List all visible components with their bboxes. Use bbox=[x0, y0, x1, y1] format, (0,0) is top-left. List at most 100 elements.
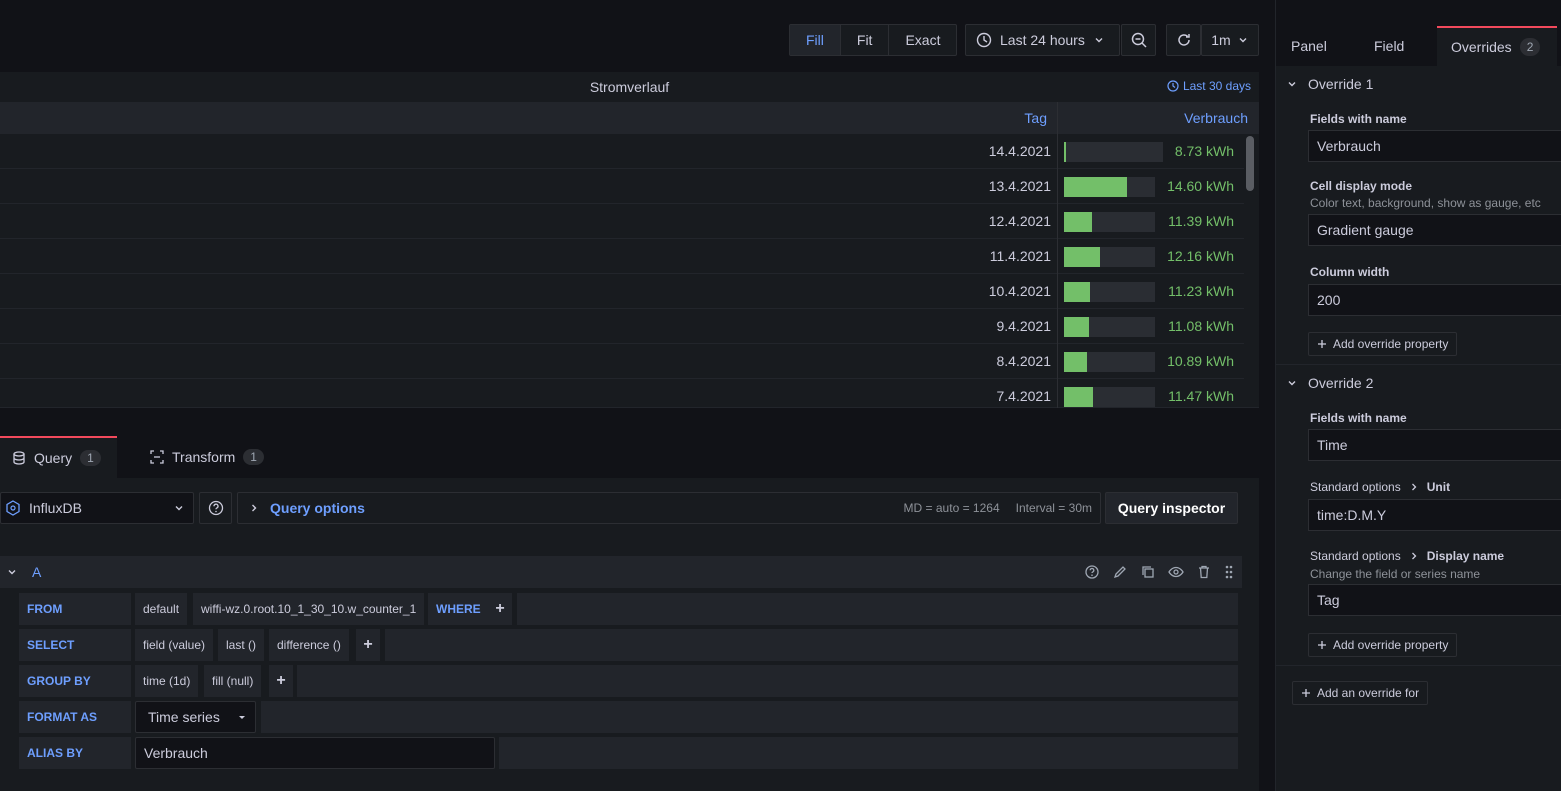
group-by-add-button[interactable]: + bbox=[269, 665, 293, 697]
add-override-button[interactable]: Add an override for bbox=[1292, 681, 1429, 705]
override-2-title: Override 2 bbox=[1308, 375, 1374, 391]
refresh-interval-picker[interactable]: 1m bbox=[1201, 24, 1259, 56]
help-icon bbox=[208, 500, 223, 516]
gauge-track bbox=[1064, 387, 1155, 407]
display-name-path-section: Standard options bbox=[1310, 549, 1401, 563]
influxdb-icon bbox=[6, 500, 20, 516]
group-by-time[interactable]: time (1d) bbox=[135, 665, 199, 697]
clock-icon bbox=[976, 32, 992, 48]
select-difference[interactable]: difference () bbox=[269, 629, 349, 661]
tab-transform[interactable]: Transform 1 bbox=[150, 436, 264, 478]
plus-icon bbox=[1302, 689, 1310, 697]
tab-transform-label: Transform bbox=[172, 449, 236, 465]
group-by-fill[interactable]: fill (null) bbox=[204, 665, 262, 697]
select-field[interactable]: field (value) bbox=[135, 629, 214, 661]
trash-icon[interactable] bbox=[1196, 564, 1212, 580]
help-icon[interactable] bbox=[1084, 564, 1100, 580]
unit-input[interactable]: time:D.M.Y bbox=[1308, 499, 1561, 531]
cell-display-mode-select[interactable]: Gradient gauge bbox=[1308, 214, 1561, 246]
column-width-input[interactable]: 200 bbox=[1308, 284, 1561, 316]
cell-verbrauch: 12.16 kWh bbox=[1167, 248, 1234, 264]
select-label: SELECT bbox=[19, 629, 131, 661]
cell-verbrauch: 8.73 kWh bbox=[1174, 143, 1234, 159]
zoom-out-icon bbox=[1131, 32, 1147, 48]
drag-handle-icon[interactable] bbox=[1224, 564, 1234, 580]
datasource-help-button[interactable] bbox=[199, 492, 232, 524]
override-divider bbox=[1276, 364, 1561, 365]
panel-title[interactable]: Stromverlauf bbox=[0, 72, 1259, 102]
unit-path-section: Standard options bbox=[1310, 480, 1401, 494]
override-2-add-property-button[interactable]: Add override property bbox=[1308, 633, 1458, 657]
override-1-fields-input[interactable]: Verbrauch bbox=[1308, 130, 1561, 162]
override-divider bbox=[1276, 665, 1561, 666]
override-2-header[interactable]: Override 2 bbox=[1286, 371, 1373, 395]
tab-query[interactable]: Query 1 bbox=[0, 436, 117, 478]
tab-field[interactable]: Field bbox=[1374, 26, 1404, 66]
alias-by-input[interactable]: Verbrauch bbox=[135, 737, 495, 769]
caret-down-icon bbox=[239, 716, 245, 719]
tab-panel[interactable]: Panel bbox=[1291, 26, 1327, 66]
unit-label: Standard options Unit bbox=[1310, 480, 1450, 494]
column-header-verbrauch[interactable]: Verbrauch bbox=[1184, 102, 1248, 134]
tab-transform-count: 1 bbox=[243, 449, 264, 465]
format-as-select[interactable]: Time series bbox=[135, 701, 256, 733]
column-header-tag[interactable]: Tag bbox=[1024, 102, 1047, 134]
gauge-fill bbox=[1064, 282, 1090, 302]
override-2-add-property-label: Add override property bbox=[1333, 638, 1449, 652]
panel-time-info-label: Last 30 days bbox=[1182, 79, 1251, 93]
chevron-right-icon bbox=[252, 504, 257, 512]
override-2-fields-input[interactable]: Time bbox=[1308, 429, 1561, 461]
chevron-down-icon bbox=[1239, 38, 1247, 43]
select-last[interactable]: last () bbox=[218, 629, 264, 661]
refresh-button[interactable] bbox=[1166, 24, 1201, 56]
cell-date: 11.4.2021 bbox=[989, 248, 1051, 264]
md-info: MD = auto = 1264 bbox=[903, 501, 1000, 515]
view-fill-button[interactable]: Fill bbox=[790, 25, 841, 55]
gauge-track bbox=[1064, 282, 1155, 302]
select-add-button[interactable]: + bbox=[356, 629, 380, 661]
view-mode-group: Fill Fit Exact bbox=[789, 24, 958, 56]
override-1-add-property-button[interactable]: Add override property bbox=[1308, 332, 1458, 356]
tab-query-label: Query bbox=[34, 450, 73, 466]
display-name-input[interactable]: Tag bbox=[1308, 584, 1561, 616]
query-options-bar[interactable]: Query options MD = auto = 1264 Interval … bbox=[237, 492, 1101, 524]
alias-by-label: ALIAS BY bbox=[19, 737, 131, 769]
panel-time-info: Last 30 days bbox=[1167, 79, 1251, 93]
format-as-value: Time series bbox=[148, 709, 220, 725]
query-ref-id[interactable]: A bbox=[32, 556, 41, 588]
from-measurement[interactable]: wiffi-wz.0.root.10_1_30_10.w_counter_1 bbox=[193, 593, 425, 625]
cell-verbrauch: 11.39 kWh bbox=[1168, 213, 1234, 229]
column-divider bbox=[1057, 102, 1058, 408]
column-width-label: Column width bbox=[1310, 265, 1390, 279]
alias-by-value: Verbrauch bbox=[144, 745, 208, 761]
pencil-icon[interactable] bbox=[1112, 564, 1128, 580]
where-label: WHERE bbox=[428, 593, 489, 625]
alias-row-filler bbox=[499, 737, 1238, 769]
table-scrollbar[interactable] bbox=[1246, 136, 1254, 191]
query-inspector-button[interactable]: Query inspector bbox=[1105, 492, 1238, 524]
view-exact-button[interactable]: Exact bbox=[889, 25, 956, 55]
table-header: Tag Verbrauch bbox=[0, 102, 1259, 134]
select-row-filler bbox=[385, 629, 1238, 661]
datasource-picker[interactable]: InfluxDB bbox=[0, 492, 194, 524]
gauge-track bbox=[1064, 352, 1155, 372]
collapse-chevron-icon[interactable] bbox=[6, 566, 18, 578]
gauge-fill bbox=[1064, 142, 1066, 162]
from-row-filler bbox=[517, 593, 1238, 625]
eye-icon[interactable] bbox=[1168, 564, 1184, 580]
view-fit-button[interactable]: Fit bbox=[841, 25, 890, 55]
time-range-picker[interactable]: Last 24 hours bbox=[965, 24, 1120, 56]
plus-icon bbox=[1318, 340, 1326, 348]
tab-overrides[interactable]: Overrides 2 bbox=[1437, 26, 1557, 66]
chevron-right-icon bbox=[1411, 483, 1417, 491]
where-add-button[interactable]: + bbox=[488, 593, 512, 625]
cell-date: 8.4.2021 bbox=[996, 353, 1052, 369]
copy-icon[interactable] bbox=[1140, 564, 1156, 580]
from-policy[interactable]: default bbox=[135, 593, 188, 625]
gauge-track bbox=[1064, 247, 1155, 267]
override-1-header[interactable]: Override 1 bbox=[1286, 72, 1373, 96]
tab-query-count: 1 bbox=[80, 450, 101, 466]
gauge-fill bbox=[1064, 317, 1089, 337]
zoom-out-button[interactable] bbox=[1121, 24, 1156, 56]
unit-path-name: Unit bbox=[1426, 480, 1451, 494]
